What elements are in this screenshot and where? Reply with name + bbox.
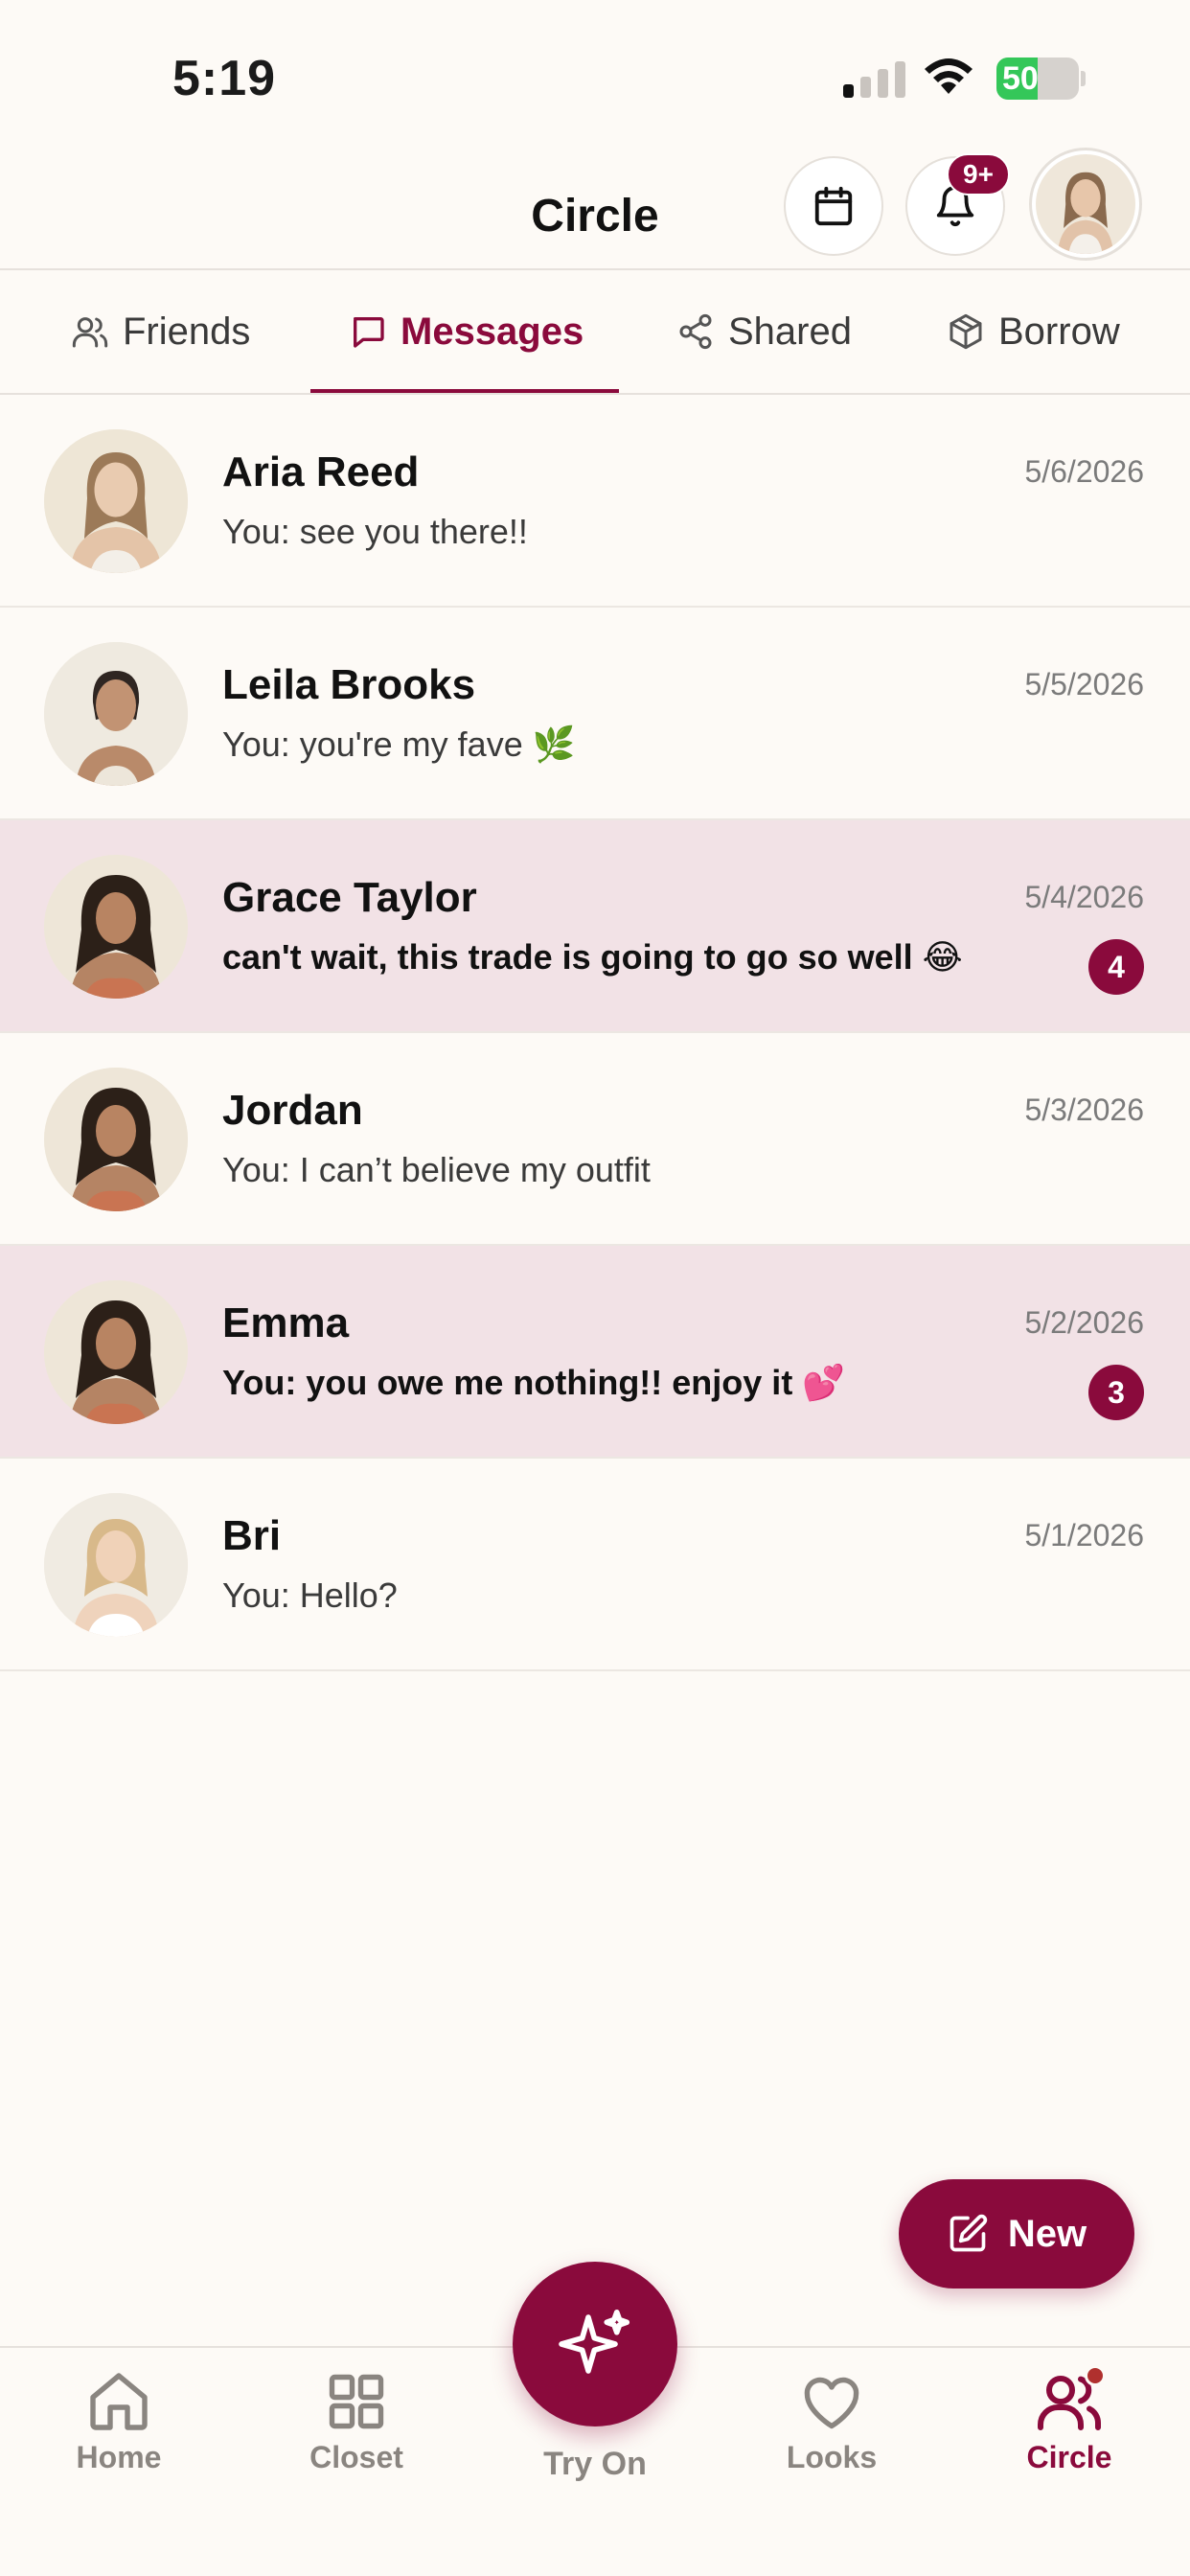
new-button-label: New xyxy=(1007,2212,1087,2255)
new-message-button[interactable]: New xyxy=(899,2179,1134,2288)
message-date: 5/1/2026 xyxy=(1024,1518,1144,1552)
message-preview: You: you're my fave 🌿 xyxy=(222,724,576,764)
nav-label: Circle xyxy=(1026,2440,1112,2474)
friends-icon xyxy=(72,317,108,348)
calendar-button[interactable] xyxy=(784,156,883,256)
cellular-signal-icon xyxy=(843,59,906,103)
tab-shared[interactable]: Shared xyxy=(676,270,852,393)
contact-name: Jordan xyxy=(222,1087,363,1134)
wifi-icon xyxy=(920,56,977,103)
nav-label: Home xyxy=(76,2440,162,2474)
message-preview: You: see you there!! xyxy=(222,512,528,551)
tab-friends[interactable]: Friends xyxy=(71,270,250,393)
notification-badge: 9+ xyxy=(947,153,1010,196)
nav-closet[interactable]: Closet xyxy=(261,2367,452,2475)
message-icon xyxy=(354,317,384,348)
message-date: 5/4/2026 xyxy=(1024,880,1144,914)
nav-label: Closet xyxy=(309,2440,403,2474)
tab-label: Shared xyxy=(728,310,852,353)
conversation-row[interactable]: Grace Taylor 5/4/2026 can't wait, this t… xyxy=(0,820,1190,1033)
nav-label: Looks xyxy=(786,2440,878,2474)
conversation-row[interactable]: Leila Brooks 5/5/2026 You: you're my fav… xyxy=(0,608,1190,820)
circle-notification-dot xyxy=(1085,2365,1106,2386)
unread-count-badge: 4 xyxy=(1088,939,1144,995)
nav-home[interactable]: Home xyxy=(23,2367,215,2475)
avatar xyxy=(44,1493,188,1637)
tab-label: Friends xyxy=(123,310,251,353)
conversation-row[interactable]: Bri 5/1/2026 You: Hello? xyxy=(0,1459,1190,1671)
heart-icon xyxy=(804,2377,859,2429)
battery-icon: 50 xyxy=(996,58,1086,100)
message-date: 5/3/2026 xyxy=(1024,1092,1144,1127)
message-date: 5/6/2026 xyxy=(1024,454,1144,489)
conversation-row[interactable]: Jordan 5/3/2026 You: I can’t believe my … xyxy=(0,1033,1190,1246)
tab-borrow[interactable]: Borrow xyxy=(947,270,1120,393)
battery-percent: 50 xyxy=(1002,60,1039,97)
contact-name: Emma xyxy=(222,1300,350,1346)
share-icon xyxy=(679,313,712,350)
avatar xyxy=(44,429,188,573)
tab-label: Messages xyxy=(400,310,584,353)
conversation-row[interactable]: Aria Reed 5/6/2026 You: see you there!! xyxy=(0,395,1190,608)
status-time: 5:19 xyxy=(172,51,277,106)
tab-bar: Friends Messages Shared Borrow xyxy=(0,270,1190,393)
profile-avatar-button[interactable] xyxy=(1029,148,1142,261)
tab-messages[interactable]: Messages xyxy=(349,270,584,393)
calendar-icon xyxy=(814,186,853,226)
message-preview: can't wait, this trade is going to go so… xyxy=(222,937,963,977)
contact-name: Grace Taylor xyxy=(222,874,477,921)
avatar xyxy=(1036,154,1135,254)
tab-label: Borrow xyxy=(998,310,1120,353)
status-bar: 5:19 50 xyxy=(0,0,1190,144)
try-on-button[interactable] xyxy=(513,2262,677,2426)
page-title: Circle xyxy=(531,191,659,242)
avatar xyxy=(44,1068,188,1211)
contact-name: Leila Brooks xyxy=(222,661,476,708)
sparkles-icon xyxy=(559,2309,630,2374)
avatar xyxy=(44,1280,188,1424)
nav-circle[interactable]: Circle xyxy=(973,2367,1165,2475)
avatar xyxy=(44,855,188,999)
avatar xyxy=(44,642,188,786)
conversation-row[interactable]: Emma 5/2/2026 You: you owe me nothing!! … xyxy=(0,1246,1190,1459)
compose-icon xyxy=(950,2214,988,2252)
home-icon xyxy=(90,2373,148,2430)
box-icon xyxy=(950,313,982,350)
message-preview: You: Hello? xyxy=(222,1576,398,1615)
try-on-label: Try On xyxy=(543,2446,647,2482)
message-date: 5/2/2026 xyxy=(1024,1305,1144,1340)
message-preview: You: you owe me nothing!! enjoy it 💕 xyxy=(222,1363,846,1402)
conversation-list: Aria Reed 5/6/2026 You: see you there!! … xyxy=(0,395,1190,1671)
app-header: Circle 9+ xyxy=(0,144,1190,268)
message-preview: You: I can’t believe my outfit xyxy=(222,1150,651,1189)
contact-name: Bri xyxy=(222,1512,282,1559)
nav-looks[interactable]: Looks xyxy=(736,2367,927,2475)
grid-icon xyxy=(329,2374,384,2429)
message-date: 5/5/2026 xyxy=(1024,667,1144,702)
contact-name: Aria Reed xyxy=(222,448,420,495)
unread-count-badge: 3 xyxy=(1088,1365,1144,1420)
